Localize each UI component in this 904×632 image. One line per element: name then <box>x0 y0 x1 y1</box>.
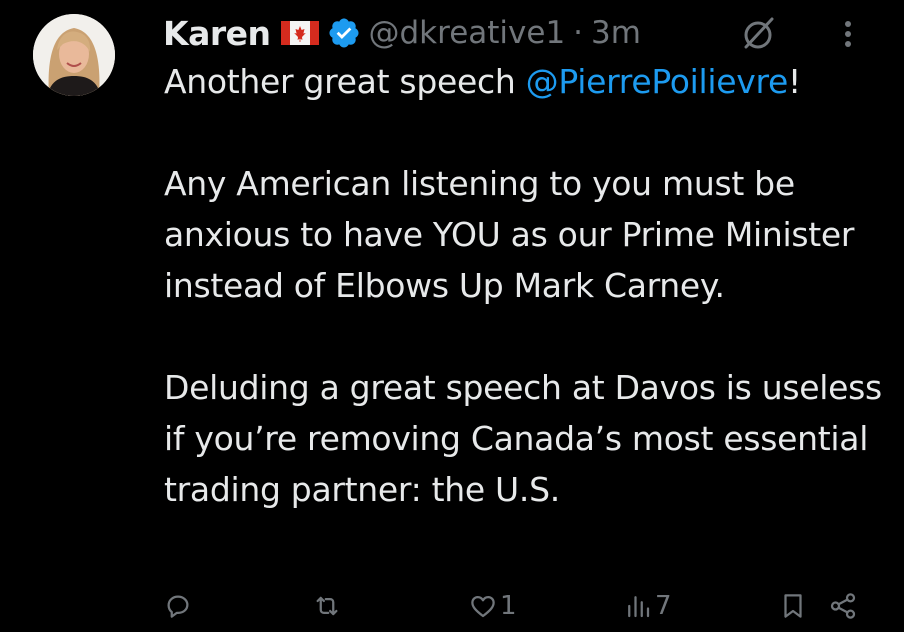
grok-icon[interactable] <box>737 12 779 54</box>
action-bar: 1 7 <box>0 584 904 628</box>
views-icon <box>628 596 650 618</box>
bookmark-icon <box>784 594 802 618</box>
more-icon[interactable] <box>838 16 858 52</box>
like-button[interactable]: 1 <box>468 584 517 628</box>
author-handle[interactable]: @dkreative1 <box>369 15 566 51</box>
bookmark-button[interactable] <box>778 584 808 628</box>
tweet-paragraph-2: Any American listening to you must be an… <box>164 164 855 305</box>
share-icon <box>830 593 856 619</box>
share-button[interactable] <box>828 584 858 628</box>
tweet-intro-end: ! <box>788 62 801 101</box>
tweet-paragraph-3: Deluding a great speech at Davos is usel… <box>164 368 882 509</box>
separator-dot: · <box>573 15 584 51</box>
tweet-intro-text: Another great speech <box>164 62 526 101</box>
views-button[interactable]: 7 <box>623 584 672 628</box>
like-count: 1 <box>500 591 517 621</box>
canada-flag-icon <box>280 21 319 45</box>
views-count: 7 <box>655 591 672 621</box>
like-icon <box>471 596 495 618</box>
tweet-intro: Another great speech @PierrePoilievre! <box>164 56 884 107</box>
tweet-text: Another great speech @PierrePoilievre! A… <box>164 56 884 515</box>
verified-badge-icon <box>327 16 361 50</box>
avatar[interactable] <box>33 14 115 96</box>
mention-link[interactable]: @PierrePoilievre <box>526 62 789 101</box>
reply-icon <box>167 595 189 618</box>
timestamp[interactable]: 3m <box>591 15 641 51</box>
author-name[interactable]: Karen <box>163 14 271 53</box>
retweet-button[interactable] <box>312 584 344 628</box>
reply-button[interactable] <box>163 584 195 628</box>
retweet-icon <box>316 596 338 616</box>
tweet-header: Karen @dkreative1 · 3m <box>163 10 641 56</box>
